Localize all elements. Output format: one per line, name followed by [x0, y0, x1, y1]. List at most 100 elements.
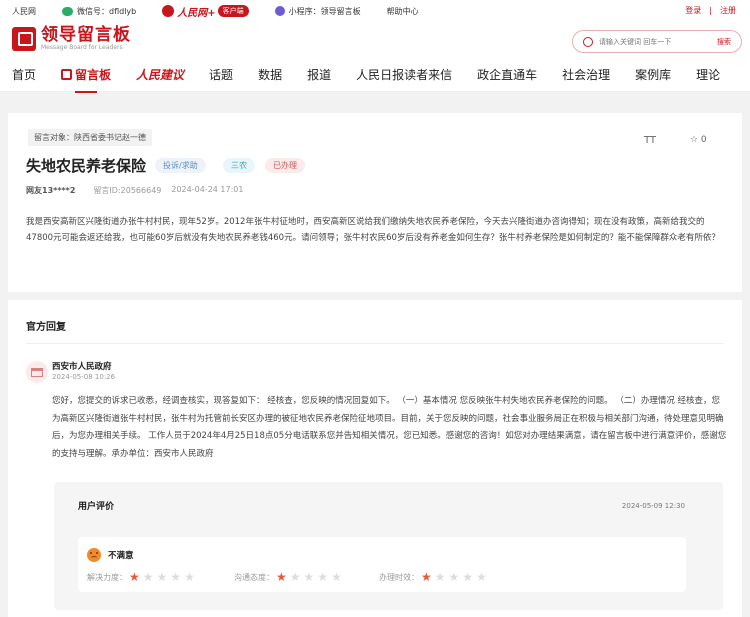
app-logo-text: 人民网+ — [177, 7, 216, 19]
star-filled-icon: ★ — [421, 570, 432, 584]
header: 领导留言板 Message Board for Leaders 搜索 — [0, 22, 750, 58]
message-id: 留言ID:20566649 — [93, 186, 162, 195]
nav-message-board[interactable]: 留言板 — [61, 66, 112, 93]
nav-label: 报道 — [307, 68, 332, 82]
message-date: 2024-04-24 17:01 — [171, 185, 244, 194]
reply-card: 官方回复 西安市人民政府 2024-05-08 10:26 您好，您提交的诉求已… — [8, 300, 742, 617]
message-target: 留言对象：陕西省委书记赵一德 — [28, 129, 152, 146]
rating-label: 办理时效： — [379, 573, 419, 582]
nav-label: 社会治理 — [562, 68, 611, 82]
search-input[interactable] — [599, 37, 699, 46]
search-icon — [583, 36, 593, 47]
nav-label: 数据 — [258, 68, 283, 82]
nav-label: 政企直通车 — [477, 68, 538, 82]
logo-icon — [12, 26, 36, 51]
star-rating: ★ ★ ★ ★ ★ — [276, 570, 345, 584]
app-badge: 客户端 — [217, 5, 249, 17]
nav-label: 案例库 — [635, 68, 672, 82]
reply-date: 2024-05-08 10:26 — [52, 373, 116, 381]
nav-label: 人民日报读者来信 — [356, 68, 453, 82]
nav-reader-letters[interactable]: 人民日报读者来信 — [356, 66, 452, 83]
message-meta: 网友13****2 留言ID:20566649 2024-04-24 17:01 — [26, 185, 243, 196]
message-card: 留言对象：陕西省委书记赵一德 TT ☆ 0 失地农民养老保险 投诉/求助 三农 … — [8, 113, 742, 292]
star-empty-icon: ★ — [184, 570, 195, 584]
wechat-info[interactable]: 微信号：dfldlyb — [62, 6, 136, 17]
star-empty-icon: ★ — [317, 570, 329, 584]
building-glyph — [31, 367, 43, 377]
nav-reports[interactable]: 报道 — [307, 66, 331, 83]
divider — [26, 343, 724, 344]
miniprogram-icon — [274, 6, 285, 16]
star-rating: ★ ★ ★ ★ ★ — [421, 570, 490, 584]
rating-label: 沟通态度： — [234, 573, 274, 582]
pen-icon — [61, 69, 73, 80]
tag-agriculture[interactable]: 三农 — [223, 158, 255, 173]
user-evaluation: 用户评价 2024-05-09 12:30 不满意 解决力度： ★ ★ ★ ★ ★ 沟通… — [54, 482, 723, 610]
nav-case-library[interactable]: 案例库 — [635, 66, 671, 83]
star-filled-icon: ★ — [129, 570, 140, 584]
status-badge: 已办理 — [265, 158, 305, 173]
rating-timeliness: 办理时效： ★ ★ ★ ★ ★ — [379, 570, 490, 584]
message-title: 失地农民养老保险 — [26, 157, 147, 175]
rating-resolution: 解决力度： ★ ★ ★ ★ ★ — [87, 570, 198, 584]
auth-links: 登录 | 注册 — [685, 5, 736, 16]
author-name: 网友13****2 — [26, 186, 76, 195]
help-link[interactable]: 帮助中心 — [387, 6, 419, 17]
nav-label: 人民建议 — [136, 68, 185, 82]
star-empty-icon: ★ — [476, 570, 487, 584]
nav-data[interactable]: 数据 — [258, 66, 282, 83]
message-content: 我是西安高新区兴隆街道办张牛村村民，现年52岁。2012年张牛村征地时，西安高新… — [26, 217, 720, 243]
nav-gov-enterprise[interactable]: 政企直通车 — [477, 66, 537, 83]
tag-complaint[interactable]: 投诉/求助 — [155, 158, 206, 173]
site-label: 人民网 — [12, 6, 36, 16]
logo-title: 领导留言板 — [41, 25, 131, 45]
nav-people-suggestion[interactable]: 人民建议 — [136, 66, 184, 83]
miniprogram-label: 小程序：领导留言板 — [288, 6, 361, 16]
font-size-icon[interactable]: TT — [644, 135, 656, 146]
star-empty-icon: ★ — [170, 570, 182, 584]
wechat-label: 微信号：dfldlyb — [77, 6, 137, 16]
star-rating: ★ ★ ★ ★ ★ — [129, 570, 198, 584]
nav-label: 话题 — [209, 68, 234, 82]
nav-label: 留言板 — [75, 68, 112, 82]
reply-org: 西安市人民政府 — [52, 362, 112, 372]
renminwang-icon — [162, 5, 175, 17]
rating-attitude: 沟通态度： ★ ★ ★ ★ ★ — [234, 570, 345, 584]
top-utility-bar: 人民网 微信号：dfldlyb 人民网+ 客户端 小程序：领导留言板 帮助中心 登… — [0, 0, 750, 22]
nav-theory[interactable]: 理论 — [696, 66, 720, 83]
star-filled-icon: ★ — [276, 570, 287, 584]
wechat-icon — [62, 6, 73, 16]
star-empty-icon: ★ — [462, 570, 474, 584]
star-empty-icon: ★ — [142, 570, 154, 584]
nav-label: 理论 — [696, 68, 721, 82]
evaluation-verdict: 不满意 — [108, 551, 134, 561]
miniprogram-info[interactable]: 小程序：领导留言板 — [274, 6, 361, 17]
app-link[interactable]: 人民网+ 客户端 — [162, 4, 249, 19]
star-empty-icon: ★ — [331, 570, 342, 584]
search-box: 搜索 — [572, 30, 742, 53]
search-button[interactable]: 搜索 — [717, 37, 731, 47]
star-empty-icon: ★ — [156, 570, 168, 584]
sad-face-icon — [87, 548, 101, 562]
nav-home[interactable]: 首页 — [12, 66, 36, 83]
main-nav: 首页 留言板 人民建议 话题 数据 报道 人民日报读者来信 政企直通车 社会治理… — [0, 58, 750, 93]
reply-content: 您好，您提交的诉求已收悉，经调查核实，现答复如下： 经核查，您反映的情况回复如下… — [52, 396, 727, 459]
section-title: 官方回复 — [26, 322, 66, 333]
register-link[interactable]: 注册 — [720, 6, 736, 15]
auth-separator: | — [709, 6, 712, 15]
evaluation-detail: 不满意 解决力度： ★ ★ ★ ★ ★ 沟通态度： ★ ★ ★ ★ ★ 办理时效： ★ ★ ★ ★ ★ — [78, 537, 686, 592]
nav-topics[interactable]: 话题 — [209, 66, 233, 83]
government-building-icon — [26, 361, 48, 383]
favorite-button[interactable]: ☆ 0 — [690, 135, 707, 145]
site-logo[interactable]: 领导留言板 Message Board for Leaders — [12, 26, 131, 51]
help-label: 帮助中心 — [386, 6, 419, 16]
nav-social-governance[interactable]: 社会治理 — [562, 66, 610, 83]
logo-subtitle: Message Board for Leaders — [41, 44, 123, 51]
login-link[interactable]: 登录 — [685, 6, 701, 15]
site-link[interactable]: 人民网 — [12, 6, 36, 17]
star-empty-icon: ★ — [448, 570, 460, 584]
rating-label: 解决力度： — [87, 573, 127, 582]
star-empty-icon: ★ — [289, 570, 301, 584]
evaluation-date: 2024-05-09 12:30 — [621, 502, 685, 510]
star-empty-icon: ★ — [434, 570, 446, 584]
